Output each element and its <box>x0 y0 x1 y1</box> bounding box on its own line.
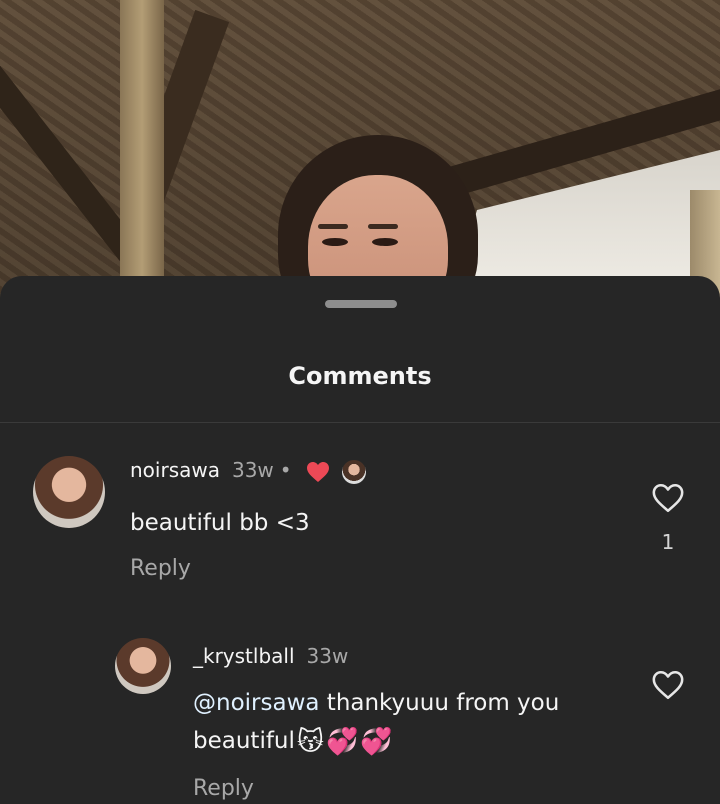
photo-beam <box>120 0 164 300</box>
revolving-hearts-emoji: 💞 <box>326 726 359 757</box>
revolving-hearts-emoji: 💞 <box>360 726 393 757</box>
avatar[interactable] <box>115 638 171 694</box>
comment-meta: _krystlball 33w <box>193 644 348 668</box>
photo-person-brow <box>318 224 348 229</box>
comment-text-line2: beautiful <box>193 728 295 754</box>
heart-outline-icon[interactable] <box>651 669 685 701</box>
comment-username[interactable]: _krystlball <box>193 644 295 668</box>
kissing-cat-emoji: 😽 <box>296 726 325 757</box>
photo-person-eye <box>322 238 348 246</box>
comment-item: _krystlball 33w @noirsawa thankyuuu from … <box>0 276 720 804</box>
photo-person-brow <box>368 224 398 229</box>
photo-person-eye <box>372 238 398 246</box>
comment-time: 33w <box>306 644 349 668</box>
comment-text: @noirsawa thankyuuu from you beautiful😽💞… <box>193 684 559 761</box>
comments-sheet: Comments noirsawa 33w • beautiful bb <3 Re… <box>0 276 720 804</box>
comment-text-line1: thankyuuu from you <box>319 690 560 716</box>
mention-link[interactable]: @noirsawa <box>193 690 319 716</box>
reply-button[interactable]: Reply <box>193 776 254 801</box>
post-photo <box>0 0 720 300</box>
